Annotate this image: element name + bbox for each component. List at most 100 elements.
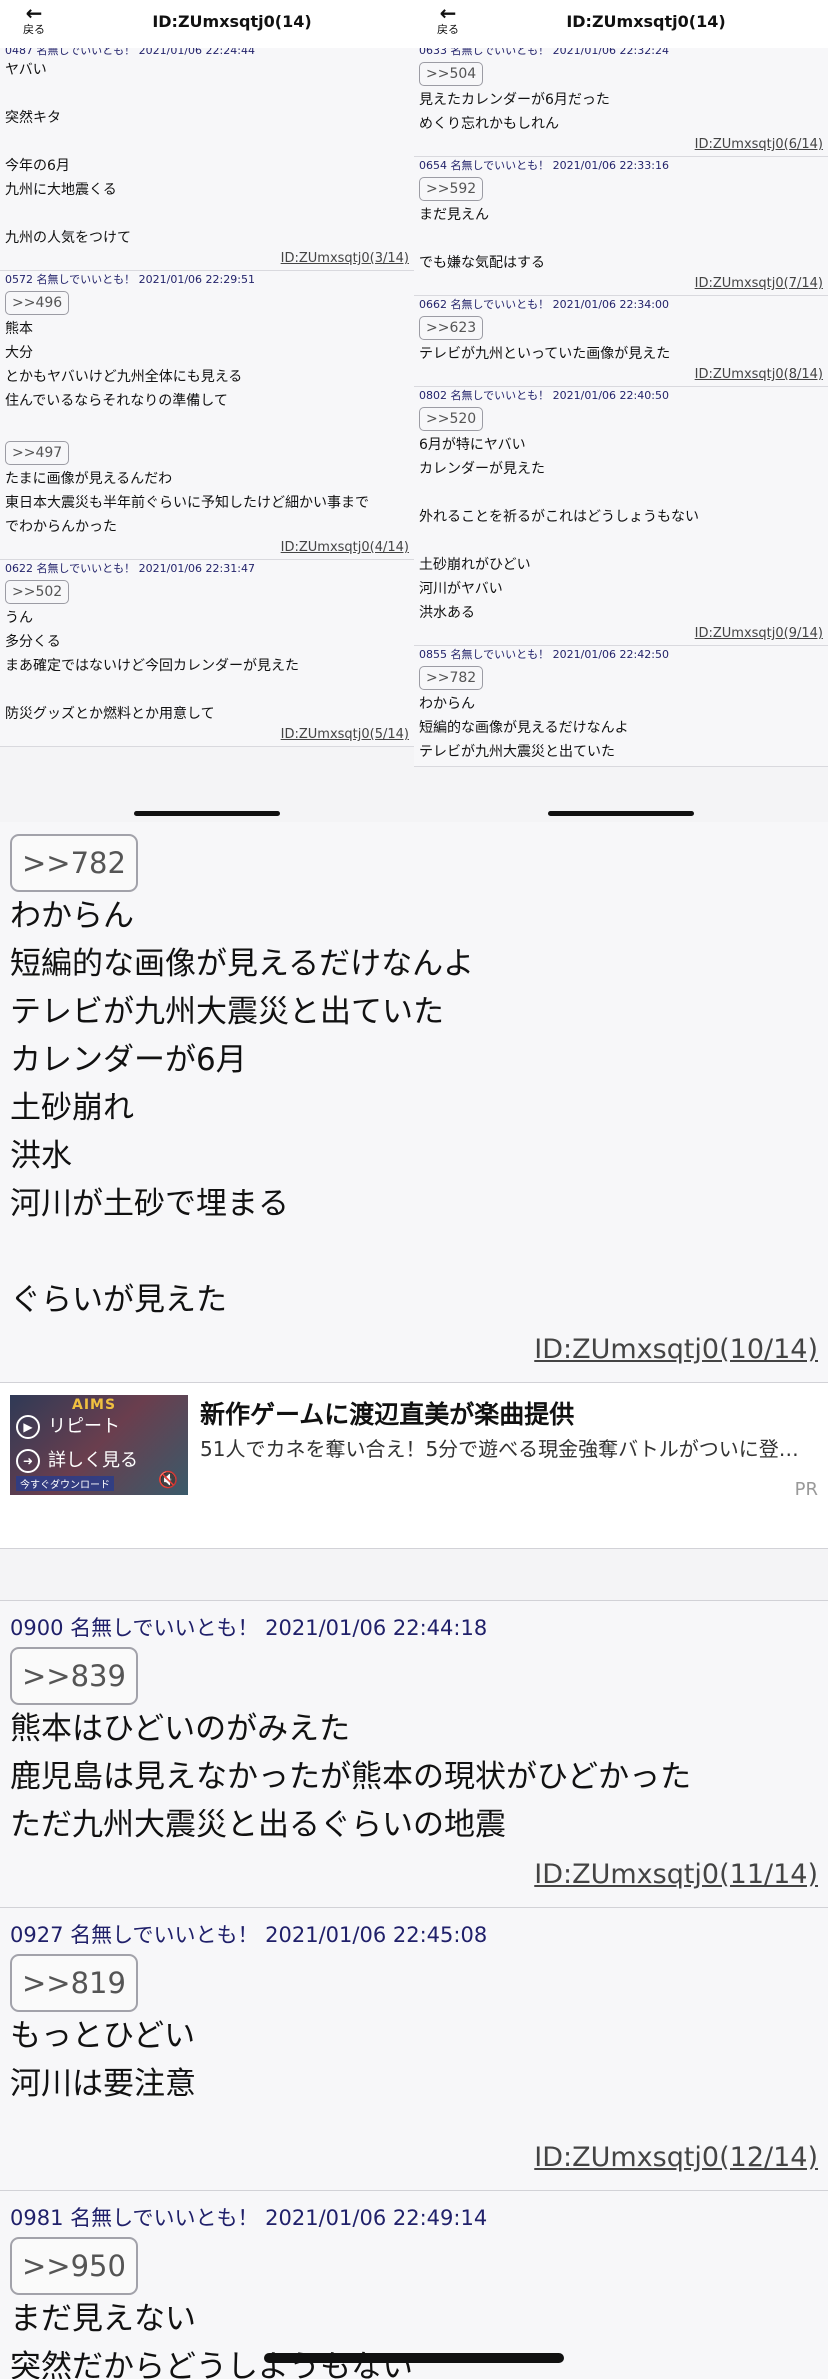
post-line: わからん bbox=[419, 696, 475, 712]
post: 0572 名無しでいいとも！ 2021/01/06 22:29:51 >>496… bbox=[0, 271, 414, 560]
thread-title: ID:ZUmxsqtj0(14) bbox=[566, 12, 726, 31]
post-line: まだ見えない bbox=[10, 2301, 196, 2337]
post-line: 熊本 bbox=[5, 321, 33, 337]
post-line: 河川が土砂で埋まる bbox=[10, 1186, 289, 1222]
post-header: 0487 名無しでいいとも！ 2021/01/06 22:24:44 bbox=[5, 48, 255, 57]
post-id-link[interactable]: ID:ZUmxsqtj0(10/14) bbox=[10, 1324, 818, 1382]
left-header: ← 戻る ID:ZUmxsqtj0(14) bbox=[0, 0, 414, 48]
ad-replay-button[interactable]: ▶ リピート bbox=[16, 1413, 120, 1441]
post-header: 0802 名無しでいいとも！ 2021/01/06 22:40:50 bbox=[419, 389, 669, 402]
post-line: わからん bbox=[10, 898, 134, 934]
post-line: たまに画像が見えるんだわ bbox=[5, 471, 173, 487]
replay-icon: ▶ bbox=[16, 1415, 40, 1439]
post-header: 0622 名無しでいいとも！ 2021/01/06 22:31:47 bbox=[5, 562, 255, 575]
home-indicator bbox=[548, 811, 694, 816]
post: 0633 名無しでいいとも！ 2021/01/06 22:32:24 >>504… bbox=[414, 48, 828, 157]
post-id-link[interactable]: ID:ZUmxsqtj0(9/14) bbox=[419, 625, 823, 643]
reply-anchor-link[interactable]: >>950 bbox=[10, 2237, 138, 2295]
post-line: 防災グッズとか燃料とか用意して bbox=[5, 706, 215, 722]
post-line: 河川は要注意 bbox=[10, 2066, 196, 2102]
post-line: 土砂崩れがひどい bbox=[419, 557, 531, 573]
ad-video-thumbnail[interactable]: AIMS ▶ リピート ➜ 詳しく見る 今すぐダウンロード 🔇 bbox=[10, 1395, 188, 1495]
mute-icon[interactable]: 🔇 bbox=[158, 1470, 178, 1489]
post: 0487 名無しでいいとも！ 2021/01/06 22:24:44 ヤバい 突… bbox=[0, 48, 414, 271]
post-line bbox=[5, 202, 409, 226]
ad-download-label: 今すぐダウンロード bbox=[16, 1476, 114, 1491]
post-header: 0633 名無しでいいとも！ 2021/01/06 22:32:24 bbox=[419, 48, 669, 57]
back-label: 戻る bbox=[437, 23, 459, 36]
ad-pr-label: PR bbox=[794, 1479, 818, 1500]
post: 0622 名無しでいいとも！ 2021/01/06 22:31:47 >>502… bbox=[0, 560, 414, 747]
reply-anchor-link[interactable]: >>502 bbox=[5, 580, 70, 604]
post-header: 0927 名無しでいいとも！ 2021/01/06 22:45:08 bbox=[10, 1923, 488, 1947]
post-line: 突然キタ bbox=[5, 110, 61, 126]
post-line: 大分 bbox=[5, 345, 33, 361]
post-id-link[interactable]: ID:ZUmxsqtj0(3/14) bbox=[5, 250, 409, 268]
right-screen: ← 戻る ID:ZUmxsqtj0(14) 0633 名無しでいいとも！ 202… bbox=[414, 0, 828, 822]
post-line bbox=[419, 481, 823, 505]
post-line: 6月が特にヤバい bbox=[419, 437, 526, 453]
post-line bbox=[5, 678, 409, 702]
post-line: 今年の6月 bbox=[5, 158, 70, 174]
back-label: 戻る bbox=[23, 23, 45, 36]
ad-title[interactable]: 新作ゲームに渡辺直美が楽曲提供 bbox=[200, 1395, 574, 1431]
post-line bbox=[419, 227, 823, 251]
ad-more-label: 詳しく見る bbox=[48, 1450, 138, 1471]
post-line: 見えたカレンダーが6月だった bbox=[419, 92, 610, 108]
reply-anchor-link[interactable]: >>592 bbox=[419, 177, 484, 201]
post-line: 多分くる bbox=[5, 634, 61, 650]
reply-anchor-link[interactable]: >>839 bbox=[10, 1647, 138, 1705]
post-line: もっとひどい bbox=[10, 2018, 196, 2054]
post-line: 短編的な画像が見えるだけなんよ bbox=[419, 720, 629, 736]
home-indicator bbox=[134, 811, 280, 816]
post-line: まあ確定ではないけど今回カレンダーが見えた bbox=[5, 658, 299, 674]
post: 0981 名無しでいいとも！ 2021/01/06 22:49:14 >>950… bbox=[0, 2191, 828, 2379]
post-id-link[interactable]: ID:ZUmxsqtj0(5/14) bbox=[5, 726, 409, 744]
post-id-link[interactable]: ID:ZUmxsqtj0(11/14) bbox=[10, 1849, 818, 1907]
post: >>782 わからん 短編的な画像が見えるだけなんよ テレビが九州大震災と出てい… bbox=[0, 822, 828, 1383]
reply-anchor-link[interactable]: >>782 bbox=[419, 666, 484, 690]
post: 0654 名無しでいいとも！ 2021/01/06 22:33:16 >>592… bbox=[414, 157, 828, 296]
post-line: 住んでいるならそれなりの準備して bbox=[5, 393, 228, 409]
reply-anchor-link[interactable]: >>520 bbox=[419, 407, 484, 431]
ad-replay-label: リピート bbox=[48, 1416, 120, 1437]
post-id-link[interactable]: ID:ZUmxsqtj0(4/14) bbox=[5, 539, 409, 557]
right-post-list: 0633 名無しでいいとも！ 2021/01/06 22:32:24 >>504… bbox=[414, 48, 828, 822]
post-line: 洪水 bbox=[10, 1138, 72, 1174]
ad-more-button[interactable]: ➜ 詳しく見る bbox=[16, 1447, 138, 1475]
post-line: 九州に大地震くる bbox=[5, 182, 117, 198]
ad-banner[interactable]: AIMS ▶ リピート ➜ 詳しく見る 今すぐダウンロード 🔇 新作ゲームに渡辺… bbox=[0, 1383, 828, 1549]
back-arrow-icon: ← bbox=[25, 1, 43, 25]
post-line: テレビが九州大震災と出ていた bbox=[419, 744, 615, 760]
post-line: 外れることを祈るがこれはどうしょうもない bbox=[419, 509, 699, 525]
post-line bbox=[5, 130, 409, 154]
post-id-link[interactable]: ID:ZUmxsqtj0(6/14) bbox=[419, 136, 823, 154]
reply-anchor-link[interactable]: >>819 bbox=[10, 1954, 138, 2012]
post-id-link[interactable]: ID:ZUmxsqtj0(8/14) bbox=[419, 366, 823, 384]
post-line: 九州の人気をつけて bbox=[5, 230, 131, 246]
post: 0900 名無しでいいとも！ 2021/01/06 22:44:18 >>839… bbox=[0, 1601, 828, 1908]
post-header: 0900 名無しでいいとも！ 2021/01/06 22:44:18 bbox=[10, 1616, 488, 1640]
post: 0662 名無しでいいとも！ 2021/01/06 22:34:00 >>623… bbox=[414, 296, 828, 387]
post-line bbox=[5, 82, 409, 106]
reply-anchor-link[interactable]: >>782 bbox=[10, 834, 138, 892]
reply-anchor-link[interactable]: >>497 bbox=[5, 441, 70, 465]
home-indicator bbox=[264, 2353, 564, 2363]
post-line: 熊本はひどいのがみえた bbox=[10, 1711, 351, 1747]
post-id-link[interactable]: ID:ZUmxsqtj0(7/14) bbox=[419, 275, 823, 293]
reply-anchor-link[interactable]: >>504 bbox=[419, 62, 484, 86]
post-line bbox=[10, 1228, 818, 1276]
post-header: 0654 名無しでいいとも！ 2021/01/06 22:33:16 bbox=[419, 159, 669, 172]
post-line: 河川がヤバい bbox=[419, 581, 503, 597]
post-header: 0572 名無しでいいとも！ 2021/01/06 22:29:51 bbox=[5, 273, 255, 286]
post-id-link[interactable]: ID:ZUmxsqtj0(12/14) bbox=[10, 2108, 818, 2190]
post-line: とかもヤバいけど九州全体にも見える bbox=[5, 369, 243, 385]
ad-description[interactable]: 51人でカネを奪い合え！5分で遊べる現金強奪バトルがついに登… bbox=[200, 1433, 815, 1462]
back-button[interactable]: ← 戻る bbox=[428, 3, 468, 37]
back-button[interactable]: ← 戻る bbox=[14, 3, 54, 37]
back-arrow-icon: ← bbox=[439, 1, 457, 25]
reply-anchor-link[interactable]: >>623 bbox=[419, 316, 484, 340]
post-line: ヤバい bbox=[5, 62, 47, 78]
reply-anchor-link[interactable]: >>496 bbox=[5, 291, 70, 315]
post-line: ただ九州大震災と出るぐらいの地震 bbox=[10, 1807, 506, 1843]
